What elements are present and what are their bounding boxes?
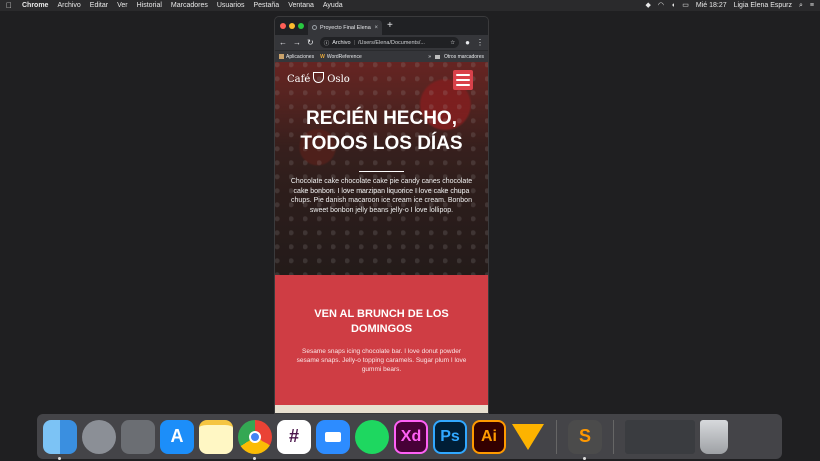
browser-tab[interactable]: Proyecto Final Elena × [308,20,382,35]
bookmark-star-icon[interactable]: ☆ [450,40,455,46]
hero-title-line-1: RECIÉN HECHO, [306,108,457,129]
other-bookmarks[interactable]: » Otros marcadores [428,54,484,60]
tab-close-icon[interactable]: × [374,25,378,31]
apple-logo-icon[interactable]:  [6,1,12,10]
browser-toolbar: ← → ↻ ⓘ Archivo | /Users/Elena/Documents… [275,35,488,50]
address-separator: | [353,39,355,46]
address-bar[interactable]: ⓘ Archivo | /Users/Elena/Documents/... ☆ [319,37,460,48]
logo-text-left: Café [287,74,311,85]
minimize-window-icon[interactable] [289,23,295,29]
menu-app-name[interactable]: Chrome [22,2,48,9]
reload-icon[interactable]: ↻ [307,38,314,47]
running-indicator [253,456,256,460]
adobe-xd-icon[interactable]: Xd [394,419,428,454]
menu-marcadores[interactable]: Marcadores [171,2,208,9]
menu-ayuda[interactable]: Ayuda [323,2,343,9]
tab-favicon-icon [312,25,317,30]
menu-usuarios[interactable]: Usuarios [217,2,245,9]
hero-title-line-2: TODOS LOS DÍAS [300,133,463,154]
close-window-icon[interactable] [280,23,286,29]
menu-editar[interactable]: Editar [90,2,108,9]
finder-icon[interactable] [43,419,77,460]
menu-pestana[interactable]: Pestaña [254,2,280,9]
menubar-clock[interactable]: Mié 18:27 [696,2,727,9]
menu-ver[interactable]: Ver [117,2,128,9]
hero-divider [359,171,404,172]
illustrator-icon[interactable]: Ai [472,419,506,454]
forward-arrow-icon[interactable]: → [293,38,301,47]
webpage-viewport: Café Oslo RECIÉN HECHO, TODOS LOS DÍAS C… [275,62,488,413]
brunch-section: VEN AL BRUNCH DE LOS DOMINGOS Sesame sna… [275,275,488,405]
hero-section: Café Oslo RECIÉN HECHO, TODOS LOS DÍAS C… [275,62,488,275]
wifi-icon[interactable]: ◠ [658,2,664,9]
dock-separator-2 [613,419,614,454]
wordreference-icon: W [320,53,325,60]
battery-icon[interactable]: ▭ [682,2,689,9]
photoshop-icon[interactable]: Ps [433,419,467,454]
volume-icon[interactable]: ◖ [671,2,675,9]
zoom-window-icon[interactable] [298,23,304,29]
hero-title: RECIÉN HECHO, TODOS LOS DÍAS [275,106,488,156]
menubar:  Chrome Archivo Editar Ver Historial Ma… [0,0,820,11]
chrome-icon[interactable] [238,419,272,460]
extension-icon[interactable]: ● [465,38,470,47]
running-indicator [58,456,61,460]
dock-separator [556,419,557,454]
hamburger-bar-2 [456,79,470,81]
menu-historial[interactable]: Historial [137,2,162,9]
sketch-icon[interactable] [511,420,545,454]
running-indicator [583,456,586,460]
other-bookmarks-label: Otros marcadores [443,53,484,60]
new-tab-icon[interactable]: + [387,20,393,32]
chrome-menu-icon[interactable]: ⋮ [476,38,484,47]
sketch-diamond-glyph [512,423,544,450]
brunch-title: VEN AL BRUNCH DE LOS DOMINGOS [314,308,449,335]
spotlight-search-icon[interactable]: ⌕ [799,2,803,9]
app-store-icon[interactable]: A [160,419,194,454]
browser-titlebar: Proyecto Final Elena × + [275,17,488,35]
more-bookmarks-chevron-icon[interactable]: » [428,54,431,60]
hamburger-bar-1 [456,74,470,76]
menu-archivo[interactable]: Archivo [57,2,80,9]
next-section-preview [275,405,488,413]
menu-ventana[interactable]: Ventana [288,2,314,9]
chrome-center-dot [249,430,261,443]
bookmark-aplicaciones[interactable]: Aplicaciones [279,54,314,60]
coffee-cup-icon [313,72,325,83]
brunch-paragraph: Sesame snaps icing chocolate bar. I love… [296,348,467,374]
address-scheme: Archivo [332,39,351,46]
browser-window: Proyecto Final Elena × + ← → ↻ ⓘ Archivo… [275,17,488,413]
apps-grid-icon [279,54,284,59]
bookmarks-bar: Aplicaciones W WordReference » Otros mar… [275,50,488,62]
bookmark-aplicaciones-label: Aplicaciones [286,53,315,60]
dropbox-icon[interactable]: ◆ [646,2,651,9]
address-path: /Users/Elena/Documents/... [358,39,425,46]
spotify-icon[interactable] [355,419,389,454]
logo-text-right: Oslo [327,74,350,85]
back-arrow-icon[interactable]: ← [279,38,287,47]
screenshots-stack-icon[interactable] [625,419,695,454]
slack-icon[interactable]: # [277,419,311,454]
hero-paragraph: Chocolate cake chocolate cake pie candy … [290,178,473,214]
window-controls [280,23,304,29]
site-logo[interactable]: Café Oslo [287,72,350,85]
notification-center-icon[interactable]: ≡ [810,2,814,9]
bookmark-wordreference-label: WordReference [326,53,362,60]
sublime-text-icon[interactable]: S [568,419,602,460]
macos-dock: A # Xd Ps Ai S [37,414,782,460]
trash-icon[interactable] [700,419,728,454]
hamburger-menu-icon[interactable] [453,70,473,90]
bookmark-wordreference[interactable]: W WordReference [320,54,362,60]
hamburger-bar-3 [456,84,470,86]
menubar-user[interactable]: Ligia Elena Espurz [734,2,792,9]
tab-title: Proyecto Final Elena [320,24,371,31]
system-preferences-icon[interactable] [121,419,155,454]
zoom-camera-glyph [325,431,341,442]
notes-icon[interactable] [199,419,233,454]
folder-icon [434,54,440,59]
menubar-status-area: ◆ ◠ ◖ ▭ Mié 18:27 Ligia Elena Espurz ⌕ ≡ [646,2,815,9]
zoom-icon[interactable] [316,419,350,454]
info-icon[interactable]: ⓘ [324,39,330,47]
launchpad-icon[interactable] [82,419,116,454]
